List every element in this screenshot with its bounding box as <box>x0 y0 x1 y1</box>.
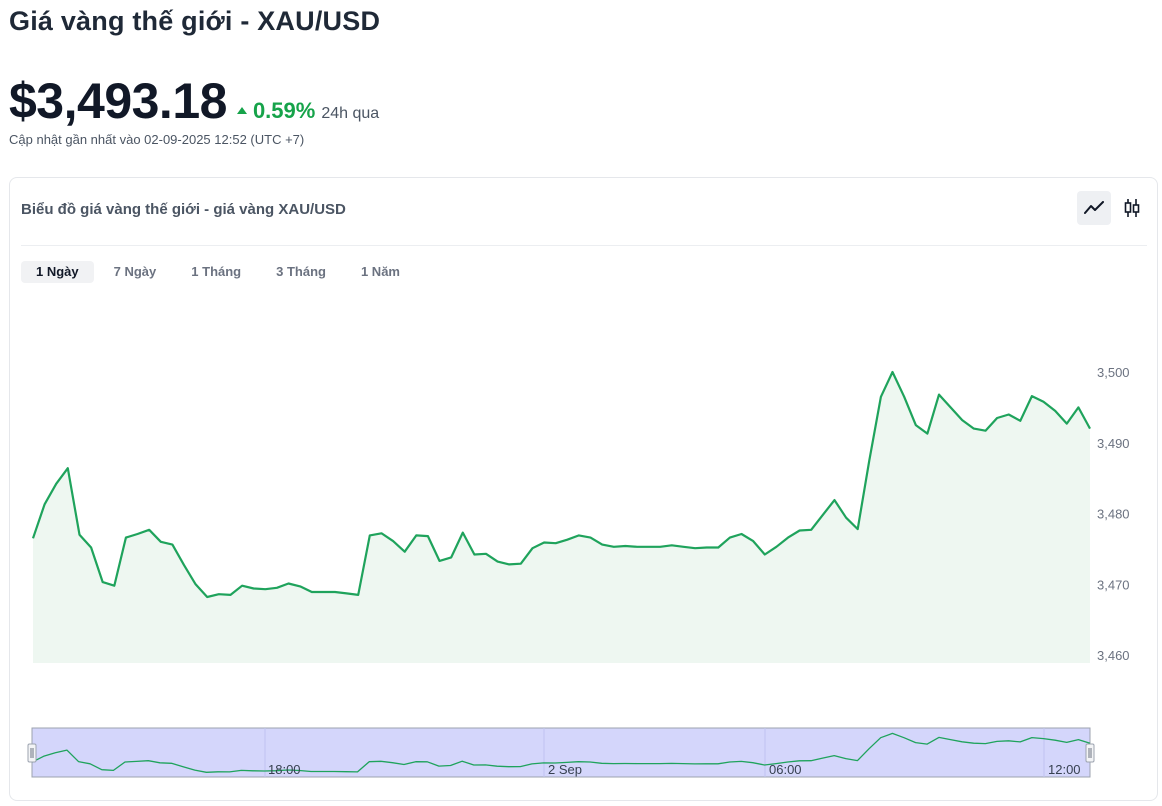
navigator-x-label: 18:00 <box>268 762 301 777</box>
y-tick-label: 3,460 <box>1097 648 1130 663</box>
navigator-left-handle[interactable] <box>27 743 37 763</box>
y-tick-label: 3,490 <box>1097 436 1130 451</box>
price-area <box>33 372 1090 663</box>
y-tick-label: 3,480 <box>1097 507 1130 522</box>
navigator-x-label: 06:00 <box>769 762 802 777</box>
handle-grip <box>27 743 37 763</box>
price-chart: 3,500 3,490 3,480 3,470 3,460 18:00 2 Sep 06:00… <box>27 365 1130 778</box>
handle-grip <box>1085 743 1095 763</box>
navigator-right-handle[interactable] <box>1085 743 1095 763</box>
y-tick-label: 3,500 <box>1097 365 1130 380</box>
navigator-x-label: 12:00 <box>1048 762 1081 777</box>
navigator-x-label: 2 Sep <box>548 762 582 777</box>
y-tick-label: 3,470 <box>1097 577 1130 592</box>
